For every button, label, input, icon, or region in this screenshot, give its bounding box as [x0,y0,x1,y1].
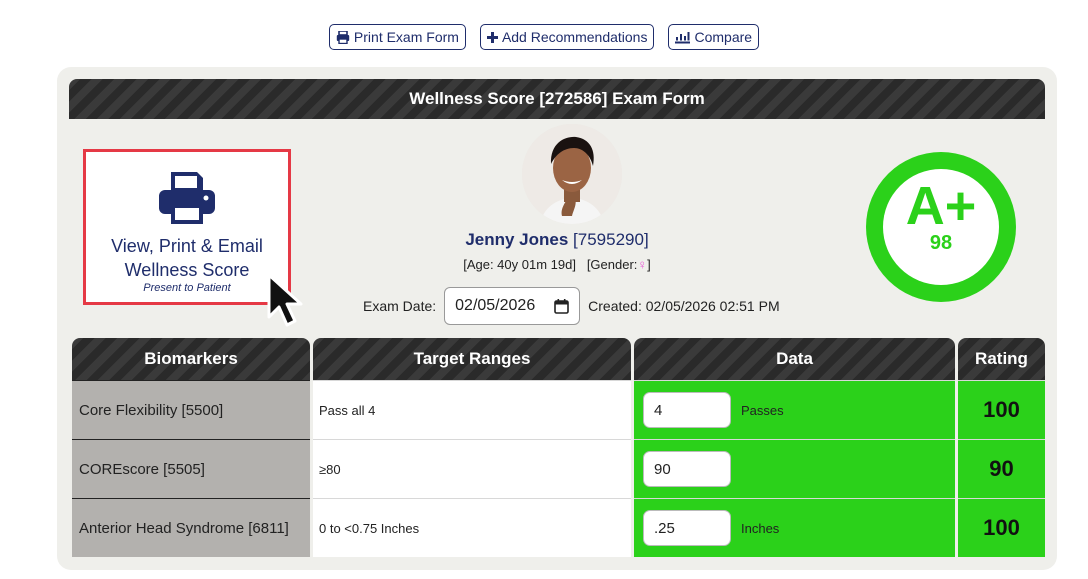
patient-age: [Age: 40y 01m 19d] [463,257,576,272]
exam-date-label: Exam Date: [363,298,437,314]
data-cell: Inches [634,498,955,557]
grade-score: 98 [929,232,953,254]
mouse-pointer-icon [267,273,303,327]
biomarker-name: Anterior Head Syndrome [6811] [72,498,310,557]
patient-name[interactable]: Jenny Jones [465,230,568,249]
header-biomarkers: Biomarkers [72,338,310,380]
grade-letter: A+ [905,176,977,236]
header-target-ranges: Target Ranges [313,338,631,380]
biomarker-name: COREscore [5505] [72,439,310,498]
plus-icon [486,31,498,43]
table-header-row: Biomarkers Target Ranges Data Rating [72,338,1045,380]
toolbar: Print Exam Form Add Recommendations Comp… [0,24,1088,50]
view-print-email-button[interactable]: View, Print & Email Wellness Score Prese… [83,149,291,305]
form-title: Wellness Score [272586] Exam Form [69,79,1045,119]
data-input[interactable] [643,510,731,546]
biomarker-table: Biomarkers Target Ranges Data Rating Cor… [69,338,1048,557]
table-row: Anterior Head Syndrome [6811] 0 to <0.75… [72,498,1045,557]
add-recommendations-label: Add Recommendations [501,29,648,45]
header-rating: Rating [958,338,1045,380]
biomarker-name: Core Flexibility [5500] [72,380,310,439]
grade-inner: A+ 98 [883,169,999,285]
target-range: 0 to <0.75 Inches [313,498,631,557]
data-cell [634,439,955,498]
gender-label: [Gender: [586,257,638,272]
print-exam-form-label: Print Exam Form [353,29,459,45]
exam-form-panel: Wellness Score [272586] Exam Form View, … [57,67,1057,570]
exam-date-row: Exam Date: 02/05/2026 Created: 02/05/202… [363,287,780,325]
add-recommendations-button[interactable]: Add Recommendations [479,24,655,50]
patient-id: [7595290] [573,230,649,249]
gender-close: ] [647,257,651,272]
female-icon: ♀ [637,257,648,272]
target-range: ≥80 [313,439,631,498]
target-range: Pass all 4 [313,380,631,439]
patient-avatar [522,124,622,224]
data-input[interactable] [643,392,731,428]
header-data: Data [634,338,955,380]
printer-icon [159,172,215,224]
data-unit: Inches [741,520,780,536]
rating-value: 100 [958,498,1045,557]
compare-icon [675,31,691,43]
data-unit: Passes [741,402,784,418]
patient-photo-icon [522,124,622,224]
calendar-icon[interactable] [554,298,569,314]
rating-value: 90 [958,439,1045,498]
print-exam-form-button[interactable]: Print Exam Form [328,24,466,50]
data-cell: Passes [634,380,955,439]
exam-date-value: 02/05/2026 [455,297,536,314]
data-input[interactable] [643,451,731,487]
created-timestamp: Created: 02/05/2026 02:51 PM [588,298,780,314]
exam-date-input[interactable]: 02/05/2026 [444,287,581,325]
grade-badge: A+ 98 [866,152,1016,302]
table-row: Core Flexibility [5500] Pass all 4 Passe… [72,380,1045,439]
compare-button[interactable]: Compare [668,24,760,50]
compare-label: Compare [694,29,753,45]
table-row: COREscore [5505] ≥80 90 [72,439,1045,498]
print-card-subtitle: Present to Patient [143,282,231,294]
printer-icon [336,30,350,44]
rating-value: 100 [958,380,1045,439]
